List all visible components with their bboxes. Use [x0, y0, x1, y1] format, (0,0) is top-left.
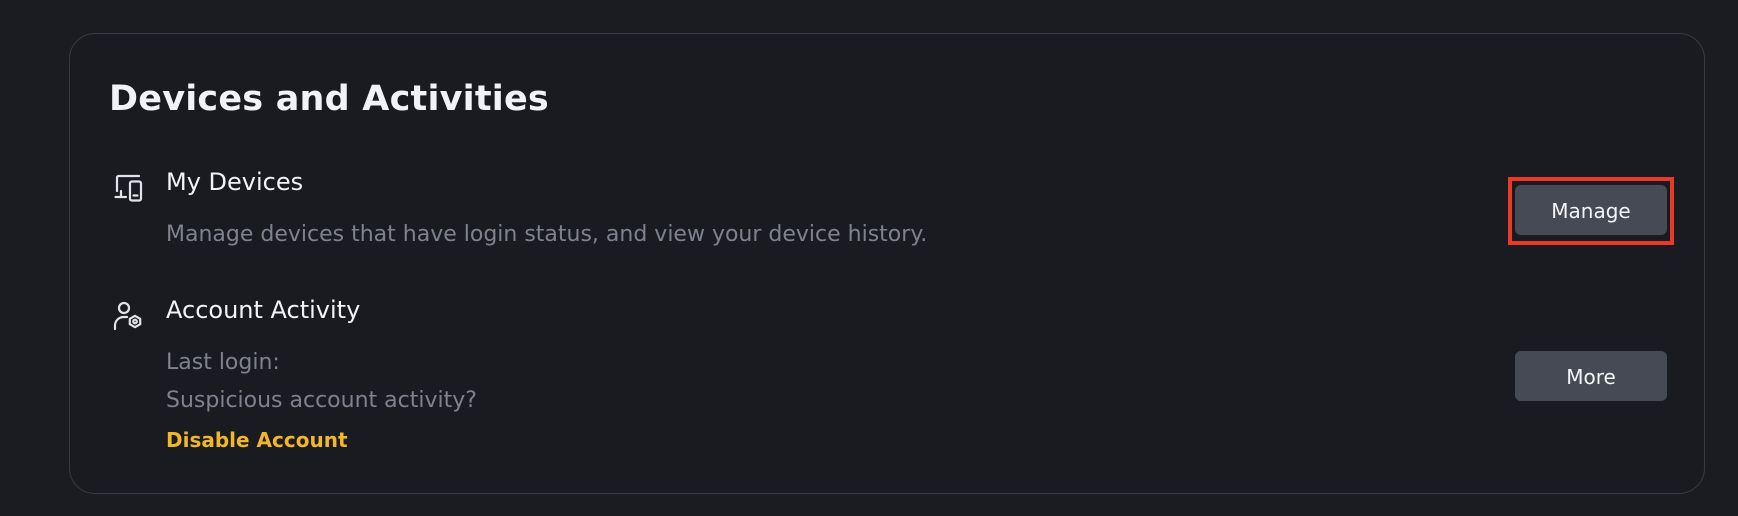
section-title: Devices and Activities [109, 79, 549, 119]
disable-account-link[interactable]: Disable Account [166, 428, 348, 452]
manage-button[interactable]: Manage [1515, 185, 1667, 235]
account-activity-title: Account Activity [166, 296, 361, 324]
devices-icon [112, 171, 146, 205]
suspicious-activity-label: Suspicious account activity? [166, 388, 477, 413]
my-devices-description: Manage devices that have login status, a… [166, 222, 928, 247]
my-devices-title: My Devices [166, 168, 304, 196]
devices-activities-card: Devices and Activities My Devices Manage… [69, 33, 1705, 494]
more-button[interactable]: More [1515, 351, 1667, 401]
user-shield-icon [112, 299, 146, 333]
last-login-label: Last login: [166, 350, 280, 375]
